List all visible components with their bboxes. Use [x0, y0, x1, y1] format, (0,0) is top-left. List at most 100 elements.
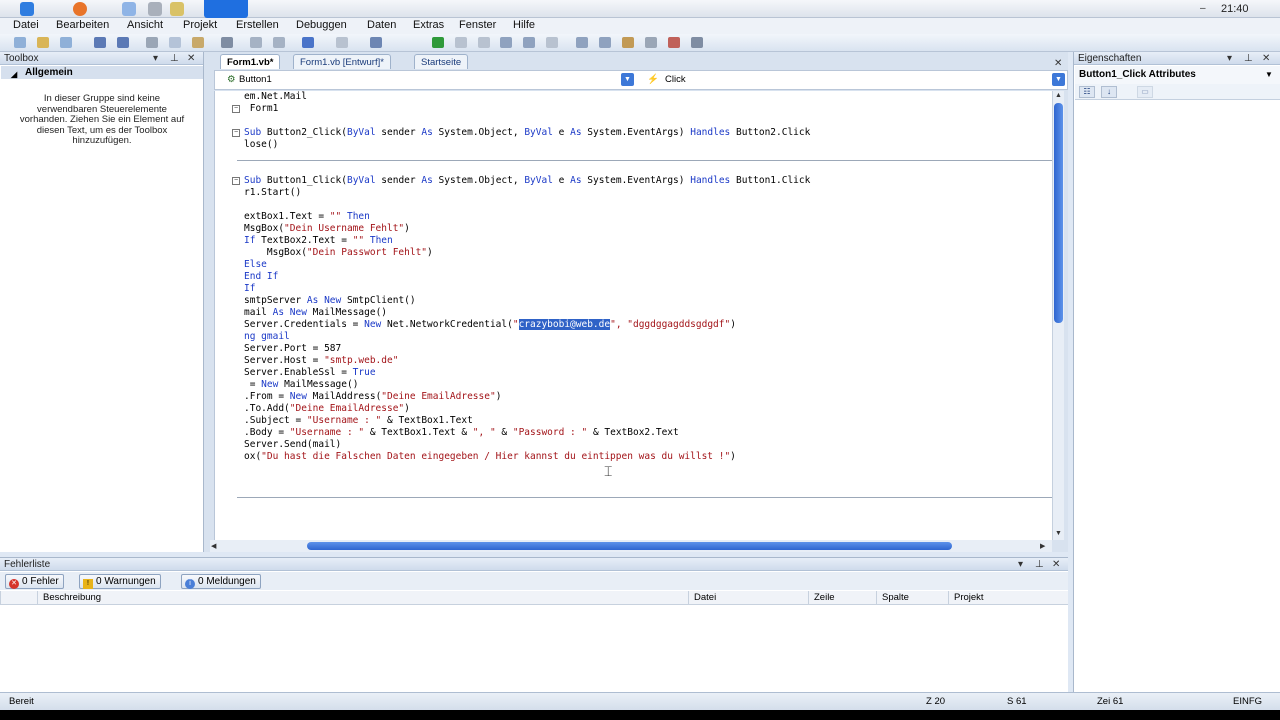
- menu-daten[interactable]: Daten: [367, 19, 396, 31]
- menu-ansicht[interactable]: Ansicht: [127, 19, 163, 31]
- code-editor[interactable]: − − − em.Net.Mail Form1 Sub Button2_Click…: [214, 91, 1056, 540]
- menu-debuggen[interactable]: Debuggen: [296, 19, 347, 31]
- errors-filter-button[interactable]: ✕ 0 Fehler: [5, 574, 64, 589]
- options-icon[interactable]: [691, 37, 703, 48]
- step-over-icon[interactable]: [523, 37, 535, 48]
- dropdown-icon[interactable]: ▾: [1227, 52, 1232, 65]
- step-icon[interactable]: [500, 37, 512, 48]
- vertical-scrollbar[interactable]: ▲ ▼: [1052, 91, 1064, 540]
- new-project-icon[interactable]: [14, 37, 26, 48]
- column-spalte[interactable]: Spalte: [876, 591, 948, 605]
- pin-icon[interactable]: ⊥: [1244, 52, 1253, 65]
- column-projekt[interactable]: Projekt: [948, 591, 1068, 605]
- finder-icon[interactable]: [20, 2, 34, 16]
- folder-icon[interactable]: [170, 2, 184, 16]
- close-icon[interactable]: ✕: [187, 52, 195, 65]
- pin-icon[interactable]: ⊥: [170, 52, 179, 65]
- command-icon[interactable]: [668, 37, 680, 48]
- menu-projekt[interactable]: Projekt: [183, 19, 217, 31]
- column-datei[interactable]: Datei: [688, 591, 808, 605]
- navigate-icon[interactable]: [370, 37, 382, 48]
- scroll-down-icon[interactable]: ▼: [1055, 530, 1062, 537]
- dropdown-icon[interactable]: ▾: [1018, 558, 1023, 571]
- tab-form1-code[interactable]: Form1.vb*: [220, 54, 281, 69]
- menu-extras[interactable]: Extras: [413, 19, 444, 31]
- warnings-count: 0 Warnungen: [96, 576, 156, 587]
- warnings-filter-button[interactable]: ! 0 Warnungen: [79, 574, 161, 589]
- window-icon[interactable]: [122, 2, 136, 16]
- menu-fenster[interactable]: Fenster: [459, 19, 496, 31]
- column-beschreibung[interactable]: Beschreibung: [37, 591, 688, 605]
- step-out-icon[interactable]: [546, 37, 558, 48]
- fold-icon[interactable]: −: [232, 105, 240, 113]
- messages-filter-button[interactable]: i0 Meldungen: [181, 574, 261, 589]
- collapse-icon[interactable]: ◢: [11, 68, 17, 81]
- toolbox-icon[interactable]: [645, 37, 657, 48]
- uncomment-icon[interactable]: [273, 37, 285, 48]
- dropdown-icon[interactable]: ▾: [153, 52, 158, 65]
- code-line: = New MailMessage(): [244, 379, 359, 391]
- tab-form1-designer[interactable]: Form1.vb [Entwurf]*: [293, 54, 391, 69]
- save-all-icon[interactable]: [117, 37, 129, 48]
- paste-icon[interactable]: [192, 37, 204, 48]
- toolbox-group-allgemein[interactable]: ◢ Allgemein: [1, 66, 203, 79]
- firefox-icon[interactable]: [73, 2, 87, 16]
- scroll-right-icon[interactable]: ▶: [1040, 542, 1045, 550]
- start-debug-icon[interactable]: [432, 37, 444, 48]
- menu-erstellen[interactable]: Erstellen: [236, 19, 279, 31]
- error-list-title-text: Fehlerliste: [4, 559, 51, 570]
- errors-count: 0 Fehler: [22, 576, 59, 587]
- save-icon[interactable]: [94, 37, 106, 48]
- copy-icon[interactable]: [169, 37, 181, 48]
- property-pages-icon[interactable]: ▭: [1137, 86, 1153, 98]
- add-item-icon[interactable]: [60, 37, 72, 48]
- horizontal-scrollbar[interactable]: ◀ ▶: [210, 540, 1052, 552]
- code-line: Server.Port = 587: [244, 343, 341, 355]
- column-zeile[interactable]: Zeile: [808, 591, 876, 605]
- comment-icon[interactable]: [250, 37, 262, 48]
- redo-icon[interactable]: [336, 37, 348, 48]
- properties-icon[interactable]: [599, 37, 611, 48]
- menu-datei[interactable]: Datei: [13, 19, 39, 31]
- vertical-scroll-thumb[interactable]: [1054, 103, 1063, 323]
- properties-object-selector[interactable]: Button1_Click Attributes ▼: [1075, 66, 1280, 84]
- method-combo[interactable]: ⚡ Click: [641, 73, 1061, 88]
- menu-bearbeiten[interactable]: Bearbeiten: [56, 19, 109, 31]
- app-icon[interactable]: [148, 2, 162, 16]
- class-combo-arrow[interactable]: ▼: [621, 73, 634, 86]
- active-app-indicator[interactable]: [204, 0, 248, 18]
- minimize-icon[interactable]: –: [1200, 3, 1206, 14]
- undo-icon[interactable]: [302, 37, 314, 48]
- stop-icon[interactable]: [478, 37, 490, 48]
- code-token: e: [558, 127, 571, 138]
- pause-icon[interactable]: [455, 37, 467, 48]
- fold-icon[interactable]: −: [232, 129, 240, 137]
- messages-count: 0 Meldungen: [198, 576, 256, 587]
- code-line: If TextBox2.Text = "" Then: [244, 235, 393, 247]
- code-token: extBox1.Text =: [244, 211, 330, 222]
- chevron-down-icon[interactable]: ▼: [1265, 66, 1273, 84]
- pin-icon[interactable]: ⊥: [1035, 558, 1044, 571]
- object-browser-icon[interactable]: [622, 37, 634, 48]
- scroll-up-icon[interactable]: ▲: [1055, 92, 1062, 99]
- horizontal-scroll-thumb[interactable]: [307, 542, 952, 550]
- menu-hilfe[interactable]: Hilfe: [513, 19, 535, 31]
- open-icon[interactable]: [37, 37, 49, 48]
- categorized-icon[interactable]: ☷: [1079, 86, 1095, 98]
- code-keyword: Else: [244, 259, 267, 270]
- column-icon[interactable]: [0, 591, 37, 605]
- alphabetical-icon[interactable]: ↓: [1101, 86, 1117, 98]
- fold-icon[interactable]: −: [232, 177, 240, 185]
- tab-startseite[interactable]: Startseite: [414, 54, 469, 69]
- close-icon[interactable]: ✕: [1052, 558, 1060, 571]
- close-icon[interactable]: ✕: [1262, 52, 1270, 65]
- close-document-icon[interactable]: ✕: [1054, 58, 1062, 69]
- solution-explorer-icon[interactable]: [576, 37, 588, 48]
- class-combo[interactable]: ⚙ Button1: [215, 73, 635, 88]
- cut-icon[interactable]: [146, 37, 158, 48]
- toolbox-title: Toolbox ▾ ⊥ ✕: [0, 52, 203, 65]
- find-icon[interactable]: [221, 37, 233, 48]
- method-combo-arrow[interactable]: ▼: [1052, 73, 1065, 86]
- code-line: Server.Credentials = New Net.NetworkCred…: [244, 319, 736, 331]
- scroll-left-icon[interactable]: ◀: [211, 542, 216, 550]
